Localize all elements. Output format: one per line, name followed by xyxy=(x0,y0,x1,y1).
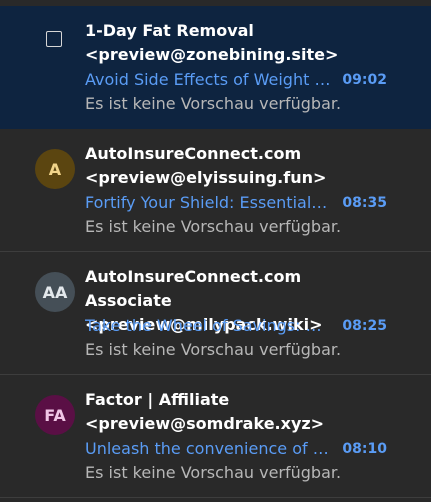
received-time: 09:02 xyxy=(342,72,387,88)
message-item[interactable]: A AutoInsureConnect.com <preview@elyissu… xyxy=(0,129,431,252)
sender: Factor | Affiliate <preview@somdrake.xyz… xyxy=(85,388,385,436)
message-item[interactable]: FA Factor | Affiliate <preview@somdrake.… xyxy=(0,375,431,498)
sender-address: <preview@somdrake.xyz> xyxy=(85,414,325,433)
sender-name: AutoInsureConnect.com xyxy=(85,144,302,163)
received-time: 08:10 xyxy=(342,441,387,457)
message-list: 1-Day Fat Removal <preview@zonebining.si… xyxy=(0,6,431,498)
message-item[interactable]: 1-Day Fat Removal <preview@zonebining.si… xyxy=(0,6,431,129)
select-checkbox[interactable] xyxy=(46,31,62,47)
subject: Fortify Your Shield: Essential Coverage xyxy=(85,193,331,212)
sender-address: <preview@elyissuing.fun> xyxy=(85,168,327,187)
received-time: 08:25 xyxy=(342,318,387,334)
sender: 1-Day Fat Removal <preview@zonebining.si… xyxy=(85,19,385,67)
avatar: FA xyxy=(35,395,75,435)
message-item[interactable]: AA AutoInsureConnect.com Associate <prev… xyxy=(0,252,431,375)
sender-address: <preview@zonebining.site> xyxy=(85,45,339,64)
sender-name: Factor | Affiliate xyxy=(85,390,230,409)
preview-text: Es ist keine Vorschau verfügbar. xyxy=(85,94,342,113)
subject: Unleash the convenience of fresh meals xyxy=(85,439,331,458)
sender-name: AutoInsureConnect.com Associate xyxy=(85,267,302,310)
subject: Avoid Side Effects of Weight Loss Drugs xyxy=(85,70,331,89)
received-time: 08:35 xyxy=(342,195,387,211)
subject: Take the Wheel of Savings: Compare Rates xyxy=(85,316,331,335)
preview-text: Es ist keine Vorschau verfügbar. xyxy=(85,217,342,236)
sender: AutoInsureConnect.com <preview@elyissuin… xyxy=(85,142,385,190)
avatar: A xyxy=(35,149,75,189)
avatar: AA xyxy=(35,272,75,312)
preview-text: Es ist keine Vorschau verfügbar. xyxy=(85,340,342,359)
preview-text: Es ist keine Vorschau verfügbar. xyxy=(85,463,342,482)
sender-name: 1-Day Fat Removal xyxy=(85,21,254,40)
